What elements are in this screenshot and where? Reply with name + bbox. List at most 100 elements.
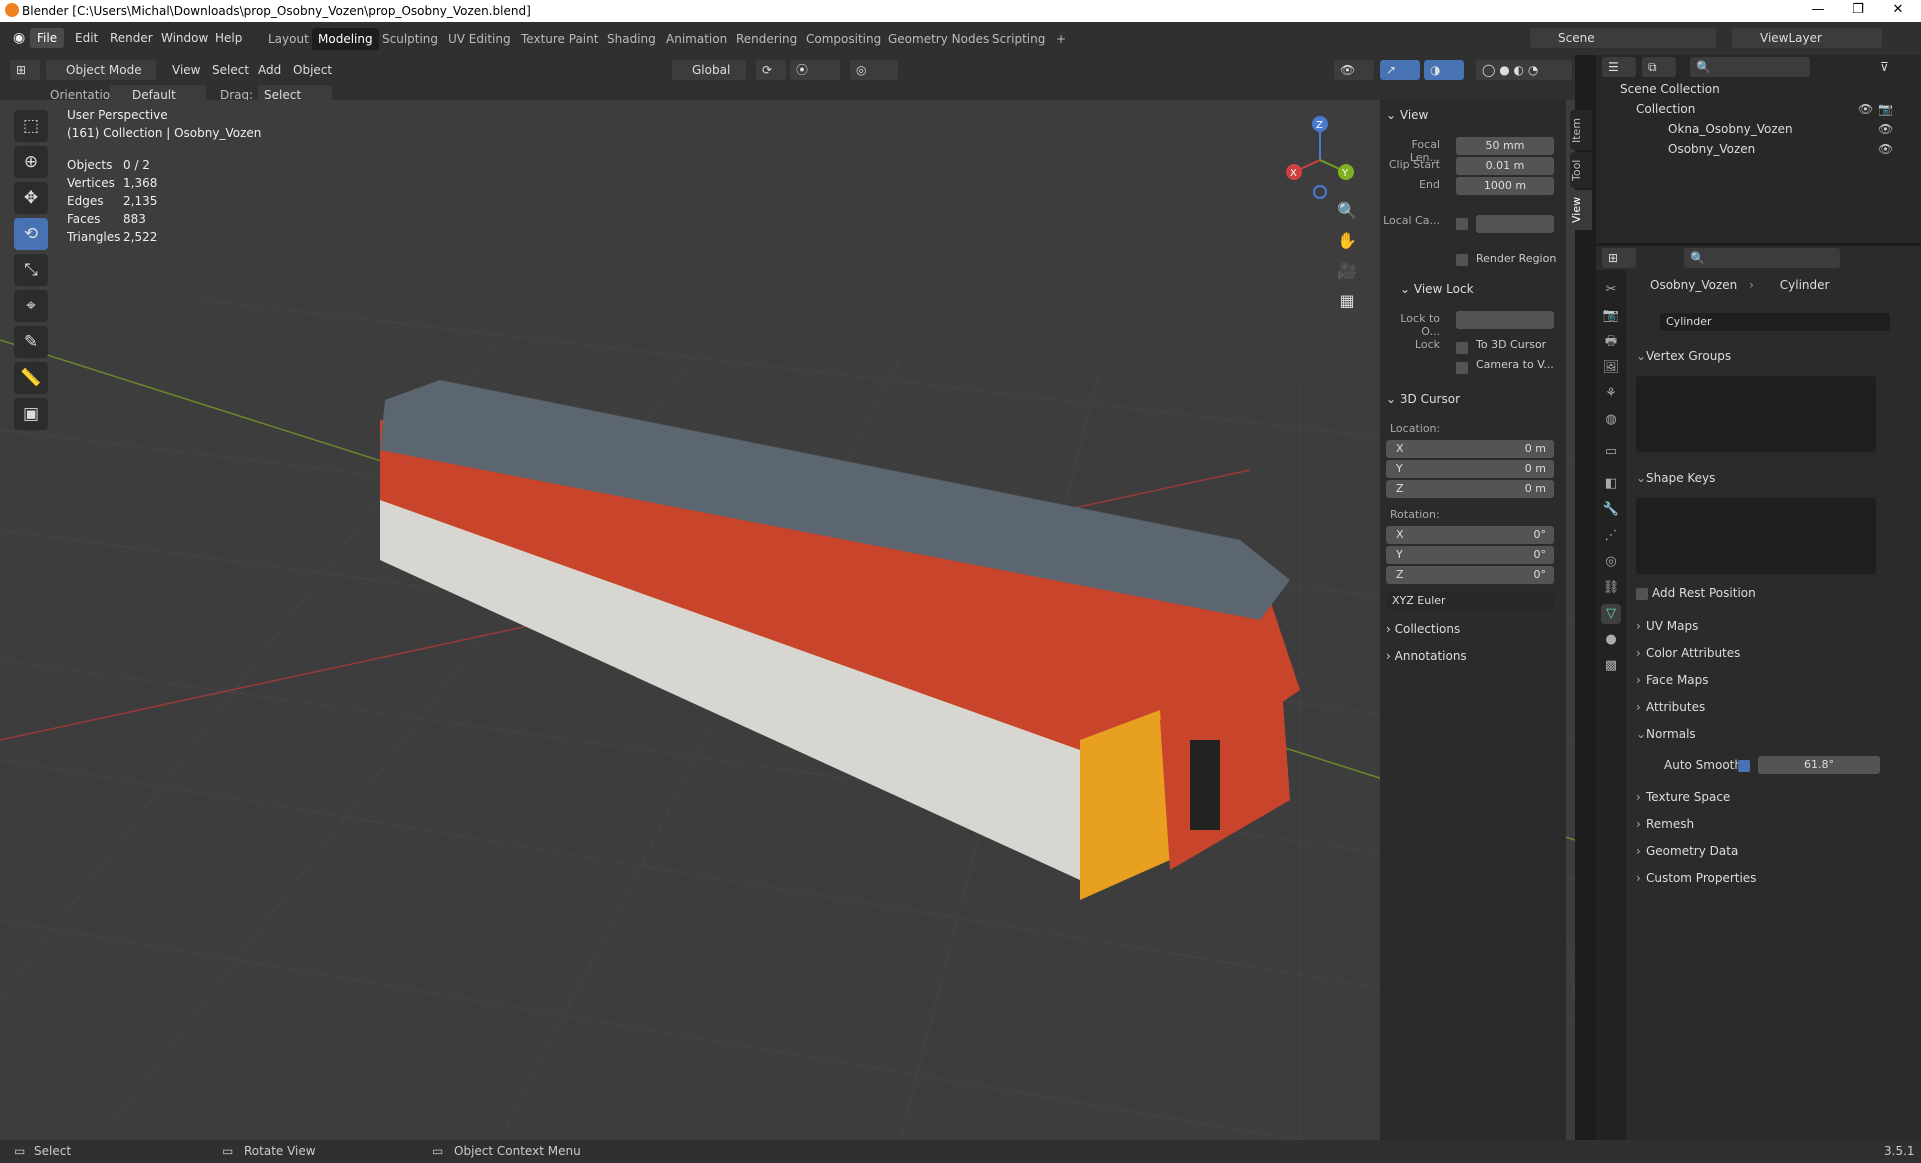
- outliner-item-okna[interactable]: Okna_Osobny_Vozen 👁: [1596, 119, 1921, 139]
- uv-maps-panel[interactable]: UV Maps: [1632, 614, 1914, 638]
- mesh-data-tab-icon[interactable]: ▽: [1601, 604, 1621, 624]
- menu-render[interactable]: Render: [103, 28, 160, 48]
- properties-editor-type-icon[interactable]: ⊞: [1602, 248, 1636, 268]
- editor-type-icon[interactable]: ⊞: [10, 60, 40, 80]
- clip-start-field[interactable]: 0.01 m: [1456, 157, 1554, 175]
- normals-panel[interactable]: Normals: [1632, 722, 1914, 746]
- remesh-panel[interactable]: Remesh: [1632, 812, 1914, 836]
- cursor-rotation-z[interactable]: Z 0°: [1386, 566, 1554, 584]
- tab-uv-editing[interactable]: UV Editing: [442, 28, 517, 50]
- to-3d-cursor-checkbox[interactable]: [1456, 342, 1468, 354]
- constraints-tab-icon[interactable]: ⛓: [1601, 578, 1621, 598]
- local-camera-checkbox[interactable]: [1456, 218, 1468, 230]
- minimize-button[interactable]: —: [1798, 2, 1838, 17]
- overlay-toggle-icon[interactable]: ◑: [1424, 60, 1464, 80]
- tab-layout[interactable]: Layout: [262, 28, 315, 50]
- 3d-cursor-header[interactable]: ⌄ 3D Cursor: [1386, 392, 1460, 406]
- menu-view[interactable]: View: [166, 60, 206, 80]
- view-panel-header[interactable]: ⌄ View: [1386, 108, 1428, 122]
- 3d-viewport[interactable]: ⬚ ⊕ ✥ ⟲ ⤡ ⌖ ✎ 📏 ▣ User Perspective (161)…: [0, 100, 1575, 1140]
- display-mode-icon[interactable]: ⧉: [1642, 57, 1676, 77]
- modifier-tab-icon[interactable]: 🔧: [1601, 500, 1621, 520]
- move-icon[interactable]: ✥: [14, 182, 48, 214]
- menu-file[interactable]: File: [30, 28, 65, 48]
- menu-edit[interactable]: Edit: [68, 28, 105, 48]
- annotate-icon[interactable]: ✎: [14, 326, 48, 358]
- scale-icon[interactable]: ⤡: [14, 254, 48, 286]
- camera-view-icon[interactable]: 🎥: [1334, 256, 1360, 286]
- physics-tab-icon[interactable]: ◎: [1601, 552, 1621, 572]
- select-box-icon[interactable]: ⬚: [14, 110, 48, 142]
- camera-to-view-checkbox[interactable]: [1456, 362, 1468, 374]
- tab-scripting[interactable]: Scripting: [986, 28, 1051, 50]
- zoom-icon[interactable]: 🔍: [1334, 196, 1360, 226]
- auto-smooth-angle-field[interactable]: 61.8°: [1758, 756, 1880, 774]
- color-attributes-panel[interactable]: Color Attributes: [1632, 641, 1914, 665]
- texture-space-panel[interactable]: Texture Space: [1632, 785, 1914, 809]
- visibility-icon[interactable]: 👁: [1334, 60, 1374, 80]
- menu-help[interactable]: Help: [208, 28, 249, 48]
- render-region-checkbox[interactable]: [1456, 254, 1468, 266]
- tab-animation[interactable]: Animation: [660, 28, 733, 50]
- clip-end-field[interactable]: 1000 m: [1456, 177, 1554, 195]
- menu-object[interactable]: Object: [287, 60, 338, 80]
- tab-item[interactable]: Item: [1570, 110, 1592, 150]
- particles-tab-icon[interactable]: ⋰: [1601, 526, 1621, 546]
- collection-tab-icon[interactable]: ▭: [1601, 442, 1621, 462]
- cursor-location-x[interactable]: X0 m: [1386, 440, 1554, 458]
- render-tab-icon[interactable]: 📷: [1601, 306, 1621, 326]
- proportional-edit-icon[interactable]: ◎: [850, 60, 898, 80]
- output-tab-icon[interactable]: 🖶: [1601, 332, 1621, 352]
- geometry-data-panel[interactable]: Geometry Data: [1632, 839, 1914, 863]
- attributes-panel[interactable]: Attributes: [1632, 695, 1914, 719]
- collection-row[interactable]: Collection 👁 📷: [1596, 99, 1921, 119]
- properties-search-input[interactable]: 🔍: [1684, 248, 1840, 268]
- shape-keys-panel[interactable]: Shape Keys: [1632, 466, 1914, 490]
- shading-modes[interactable]: ◯ ● ◐ ◔: [1476, 60, 1572, 80]
- rotate-icon[interactable]: ⟲: [14, 218, 48, 250]
- menu-add[interactable]: Add: [252, 60, 287, 80]
- tab-tool[interactable]: Tool: [1570, 152, 1592, 188]
- mesh-name-field[interactable]: Cylinder: [1660, 313, 1890, 331]
- snap-icon[interactable]: ⦿: [790, 60, 840, 80]
- cursor-location-y[interactable]: Y0 m: [1386, 460, 1554, 478]
- maximize-button[interactable]: ❐: [1838, 2, 1878, 17]
- tab-texture-paint[interactable]: Texture Paint: [515, 28, 604, 50]
- add-rest-position-checkbox[interactable]: [1636, 588, 1648, 600]
- vertex-groups-list[interactable]: [1636, 376, 1876, 452]
- object-tab-icon[interactable]: ◧: [1601, 474, 1621, 494]
- transform-icon[interactable]: ⌖: [14, 290, 48, 322]
- annotations-header[interactable]: › Annotations: [1386, 649, 1467, 663]
- pivot-icon[interactable]: ⟳: [756, 60, 786, 80]
- cursor-rotation-y[interactable]: Y 0°: [1386, 546, 1554, 564]
- menu-window[interactable]: Window: [154, 28, 215, 48]
- menu-select[interactable]: Select: [206, 60, 255, 80]
- outliner-search-input[interactable]: 🔍: [1690, 57, 1810, 77]
- custom-properties-panel[interactable]: Custom Properties: [1632, 866, 1914, 890]
- gizmo-toggle-icon[interactable]: ↗: [1380, 60, 1420, 80]
- blender-menu-icon[interactable]: ◉: [6, 28, 32, 48]
- outliner-item-osobny[interactable]: Osobny_Vozen 👁: [1596, 139, 1921, 159]
- tab-geometry-nodes[interactable]: Geometry Nodes: [882, 28, 995, 50]
- world-tab-icon[interactable]: ◍: [1601, 410, 1621, 430]
- tab-shading[interactable]: Shading: [601, 28, 662, 50]
- tab-compositing[interactable]: Compositing: [800, 28, 887, 50]
- viewlayer-selector[interactable]: ViewLayer: [1732, 28, 1882, 48]
- pan-hand-icon[interactable]: ✋: [1334, 226, 1360, 256]
- collections-header[interactable]: › Collections: [1386, 622, 1460, 636]
- ortho-grid-icon[interactable]: ▦: [1334, 286, 1360, 316]
- local-camera-field[interactable]: [1476, 215, 1554, 233]
- tab-sculpting[interactable]: Sculpting: [376, 28, 444, 50]
- tab-modeling[interactable]: Modeling: [312, 28, 379, 50]
- outliner-editor-type-icon[interactable]: ☰: [1602, 57, 1636, 77]
- texture-tab-icon[interactable]: ▩: [1601, 656, 1621, 676]
- vertex-groups-panel[interactable]: Vertex Groups: [1632, 344, 1914, 368]
- add-cube-icon[interactable]: ▣: [14, 398, 48, 430]
- transform-orientation-selector[interactable]: Global: [672, 60, 746, 80]
- cursor-location-z[interactable]: Z0 m: [1386, 480, 1554, 498]
- measure-icon[interactable]: 📏: [14, 362, 48, 394]
- scene-collection-row[interactable]: Scene Collection: [1596, 79, 1921, 99]
- cursor-rotation-x[interactable]: X 0°: [1386, 526, 1554, 544]
- auto-smooth-checkbox[interactable]: [1738, 760, 1750, 772]
- close-button[interactable]: ✕: [1878, 2, 1918, 17]
